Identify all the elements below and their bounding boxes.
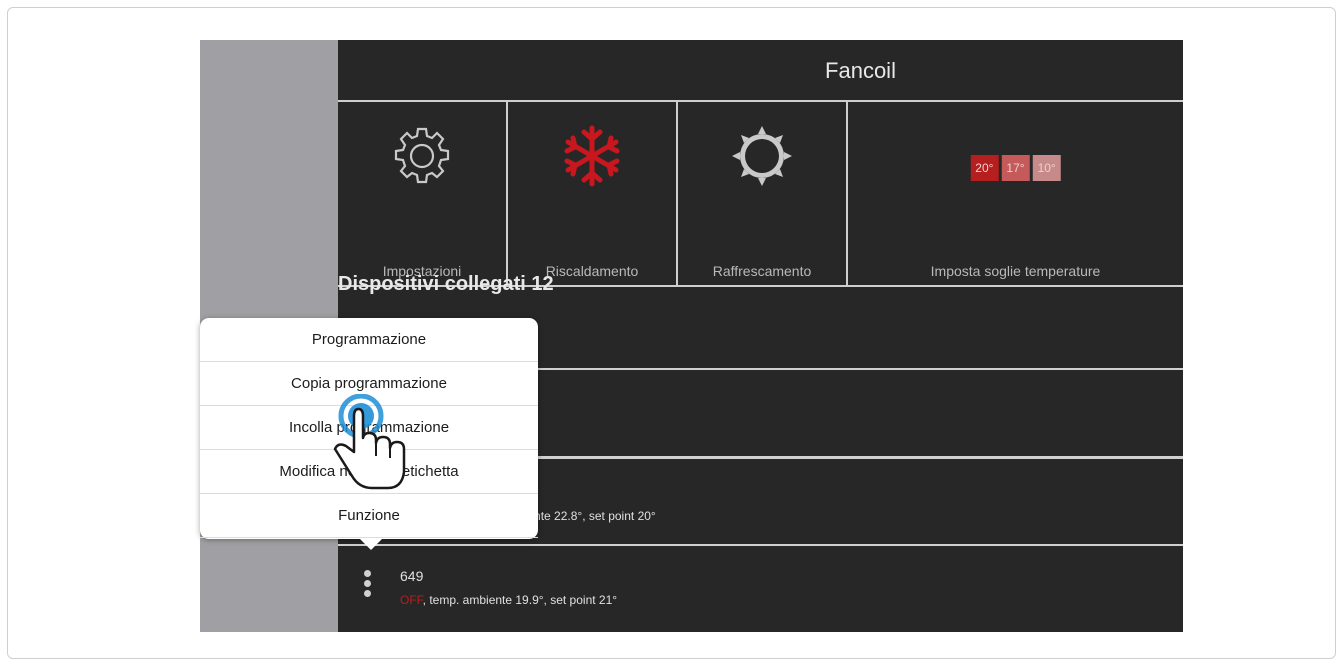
device-row[interactable]: 649 OFF, temp. ambiente 19.9°, set point… (338, 544, 1183, 632)
tile-raffrescamento[interactable]: Raffrescamento (678, 102, 848, 285)
device-status: , temp. ambiente 19.9°, set point 21° (422, 593, 618, 607)
menu-item-programmazione[interactable]: Programmazione (200, 318, 538, 362)
tile-riscaldamento[interactable]: Riscaldamento (508, 102, 678, 285)
gear-icon (390, 124, 454, 193)
device-name: 649 (400, 568, 424, 584)
tile-impostazioni[interactable]: Impostazioni (338, 102, 508, 285)
mode-tiles: Impostazioni Riscaldamento Raffrescament… (338, 102, 1183, 287)
touch-hand-icon (326, 393, 421, 504)
threshold-badge: 10° (1032, 155, 1061, 181)
threshold-badge: 20° (970, 155, 999, 181)
tile-label: Raffrescamento (712, 263, 812, 279)
threshold-badges: 20° 17° 10° (970, 155, 1061, 181)
more-options-icon[interactable] (364, 570, 372, 600)
tile-soglie-temperature[interactable]: 20° 17° 10° Imposta soglie temperature (848, 102, 1183, 285)
devices-heading: Dispositivi collegati 12 (338, 273, 554, 295)
snowflake-icon (560, 124, 624, 193)
app-title: Fancoil (338, 40, 1183, 102)
threshold-badge: 17° (1001, 155, 1030, 181)
device-state: OFF (400, 593, 423, 607)
menu-pointer (360, 539, 382, 550)
device-status-line: OFF, temp. ambiente 19.9°, set point 21° (400, 593, 617, 607)
sun-icon (730, 124, 794, 193)
tile-label: Imposta soglie temperature (930, 263, 1101, 279)
